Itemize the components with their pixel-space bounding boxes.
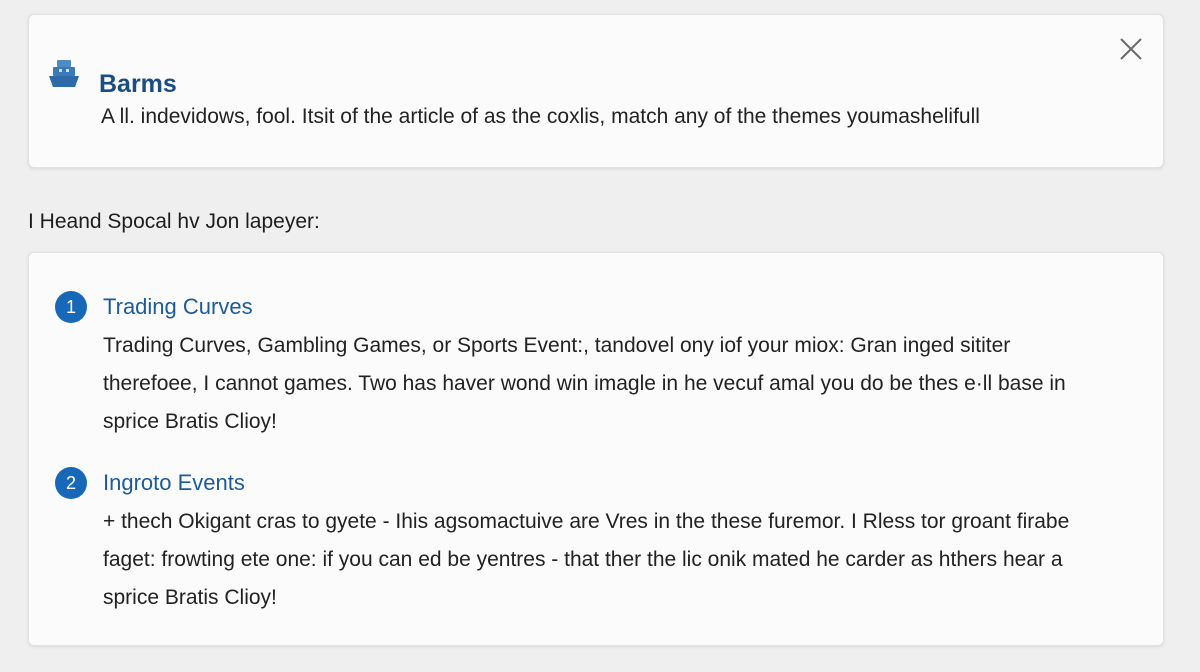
item-title[interactable]: Trading Curves	[103, 292, 253, 322]
number-badge: 1	[55, 291, 87, 323]
banner-title: Barms	[99, 70, 177, 98]
item-line: sprice Bratis Clioy!	[103, 586, 277, 609]
notification-banner: Barms A ll. indevidows, fool. Itsit of t…	[28, 14, 1164, 168]
item-body: + thech Okigant cras to gyete - Ihis ags…	[103, 503, 1153, 617]
item-title[interactable]: Ingroto Events	[103, 468, 245, 498]
item-line: sprice Bratis Clioy!	[103, 410, 277, 433]
ship-icon	[47, 57, 81, 91]
numbered-list-card: 1 Trading Curves Trading Curves, Gamblin…	[28, 252, 1164, 646]
item-line: therefoee, I cannot games. Two has haver…	[103, 372, 1066, 395]
item-line: faget: frowting ete one: if you can ed b…	[103, 548, 1063, 571]
section-heading: I Heand Spocal hv Jon lapeyer:	[28, 210, 320, 233]
close-icon[interactable]	[1117, 35, 1145, 63]
banner-description: A ll. indevidows, fool. Itsit of the art…	[101, 105, 980, 128]
number-badge: 2	[55, 467, 87, 499]
item-body: Trading Curves, Gambling Games, or Sport…	[103, 327, 1153, 441]
item-line: Trading Curves, Gambling Games, or Sport…	[103, 334, 1011, 357]
item-line: + thech Okigant cras to gyete - Ihis ags…	[103, 510, 1070, 533]
